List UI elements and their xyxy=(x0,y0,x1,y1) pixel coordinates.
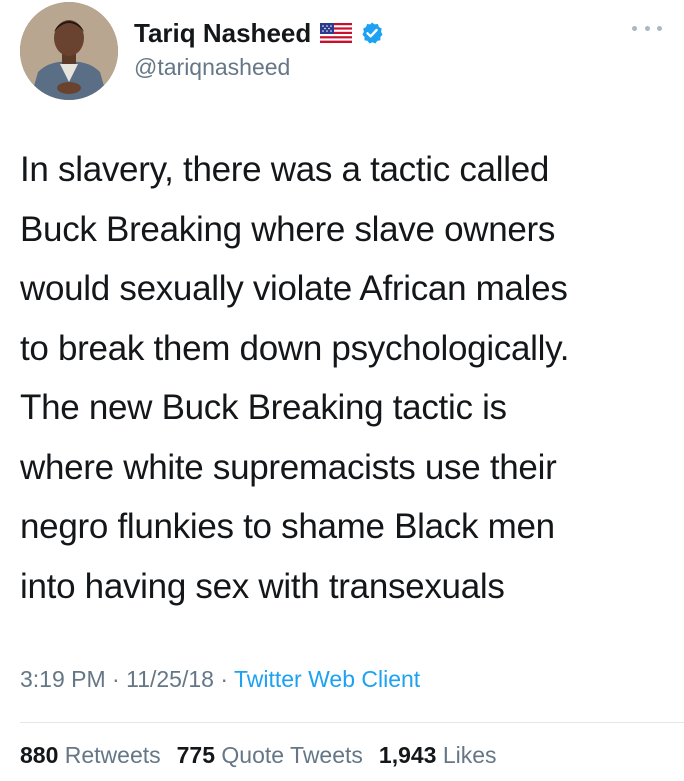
retweets-stat[interactable]: 880 Retweets xyxy=(20,742,161,769)
meta-separator: · xyxy=(112,666,120,692)
tweet-time[interactable]: 3:19 PM xyxy=(20,666,106,692)
us-flag-icon xyxy=(320,23,353,43)
name-row: Tariq Nasheed xyxy=(134,16,384,50)
tweet: Tariq Nasheed @tariqnasheed In slavery, … xyxy=(0,0,684,781)
dot xyxy=(657,25,662,31)
tweet-date[interactable]: 11/25/18 xyxy=(126,666,214,692)
handle[interactable]: @tariqnasheed xyxy=(134,54,384,81)
likes-label: Likes xyxy=(442,742,497,768)
tweet-client-link[interactable]: Twitter Web Client xyxy=(234,666,420,692)
retweets-label: Retweets xyxy=(64,742,161,768)
quote-tweets-stat[interactable]: 775 Quote Tweets xyxy=(177,742,363,769)
dot xyxy=(632,25,637,31)
likes-count: 1,943 xyxy=(378,742,437,768)
tweet-meta: 3:19 PM · 11/25/18 · Twitter Web Client xyxy=(20,666,420,693)
dot xyxy=(644,25,650,31)
quote-tweets-count: 775 xyxy=(176,742,216,768)
meta-separator: · xyxy=(220,666,228,692)
author-block: Tariq Nasheed @tariqnasheed xyxy=(134,16,384,81)
avatar[interactable] xyxy=(20,2,118,100)
display-name[interactable]: Tariq Nasheed xyxy=(134,18,311,49)
more-options-icon[interactable] xyxy=(632,22,662,34)
verified-badge-icon xyxy=(360,21,384,45)
quote-tweets-label: Quote Tweets xyxy=(221,742,363,768)
retweets-count: 880 xyxy=(20,742,59,768)
tweet-stats: 880 Retweets 775 Quote Tweets 1,943 Like… xyxy=(20,742,513,769)
likes-stat[interactable]: 1,943 Likes xyxy=(379,742,497,769)
divider xyxy=(20,722,684,723)
tweet-text: In slavery, there was a tactic called Bu… xyxy=(20,150,570,606)
